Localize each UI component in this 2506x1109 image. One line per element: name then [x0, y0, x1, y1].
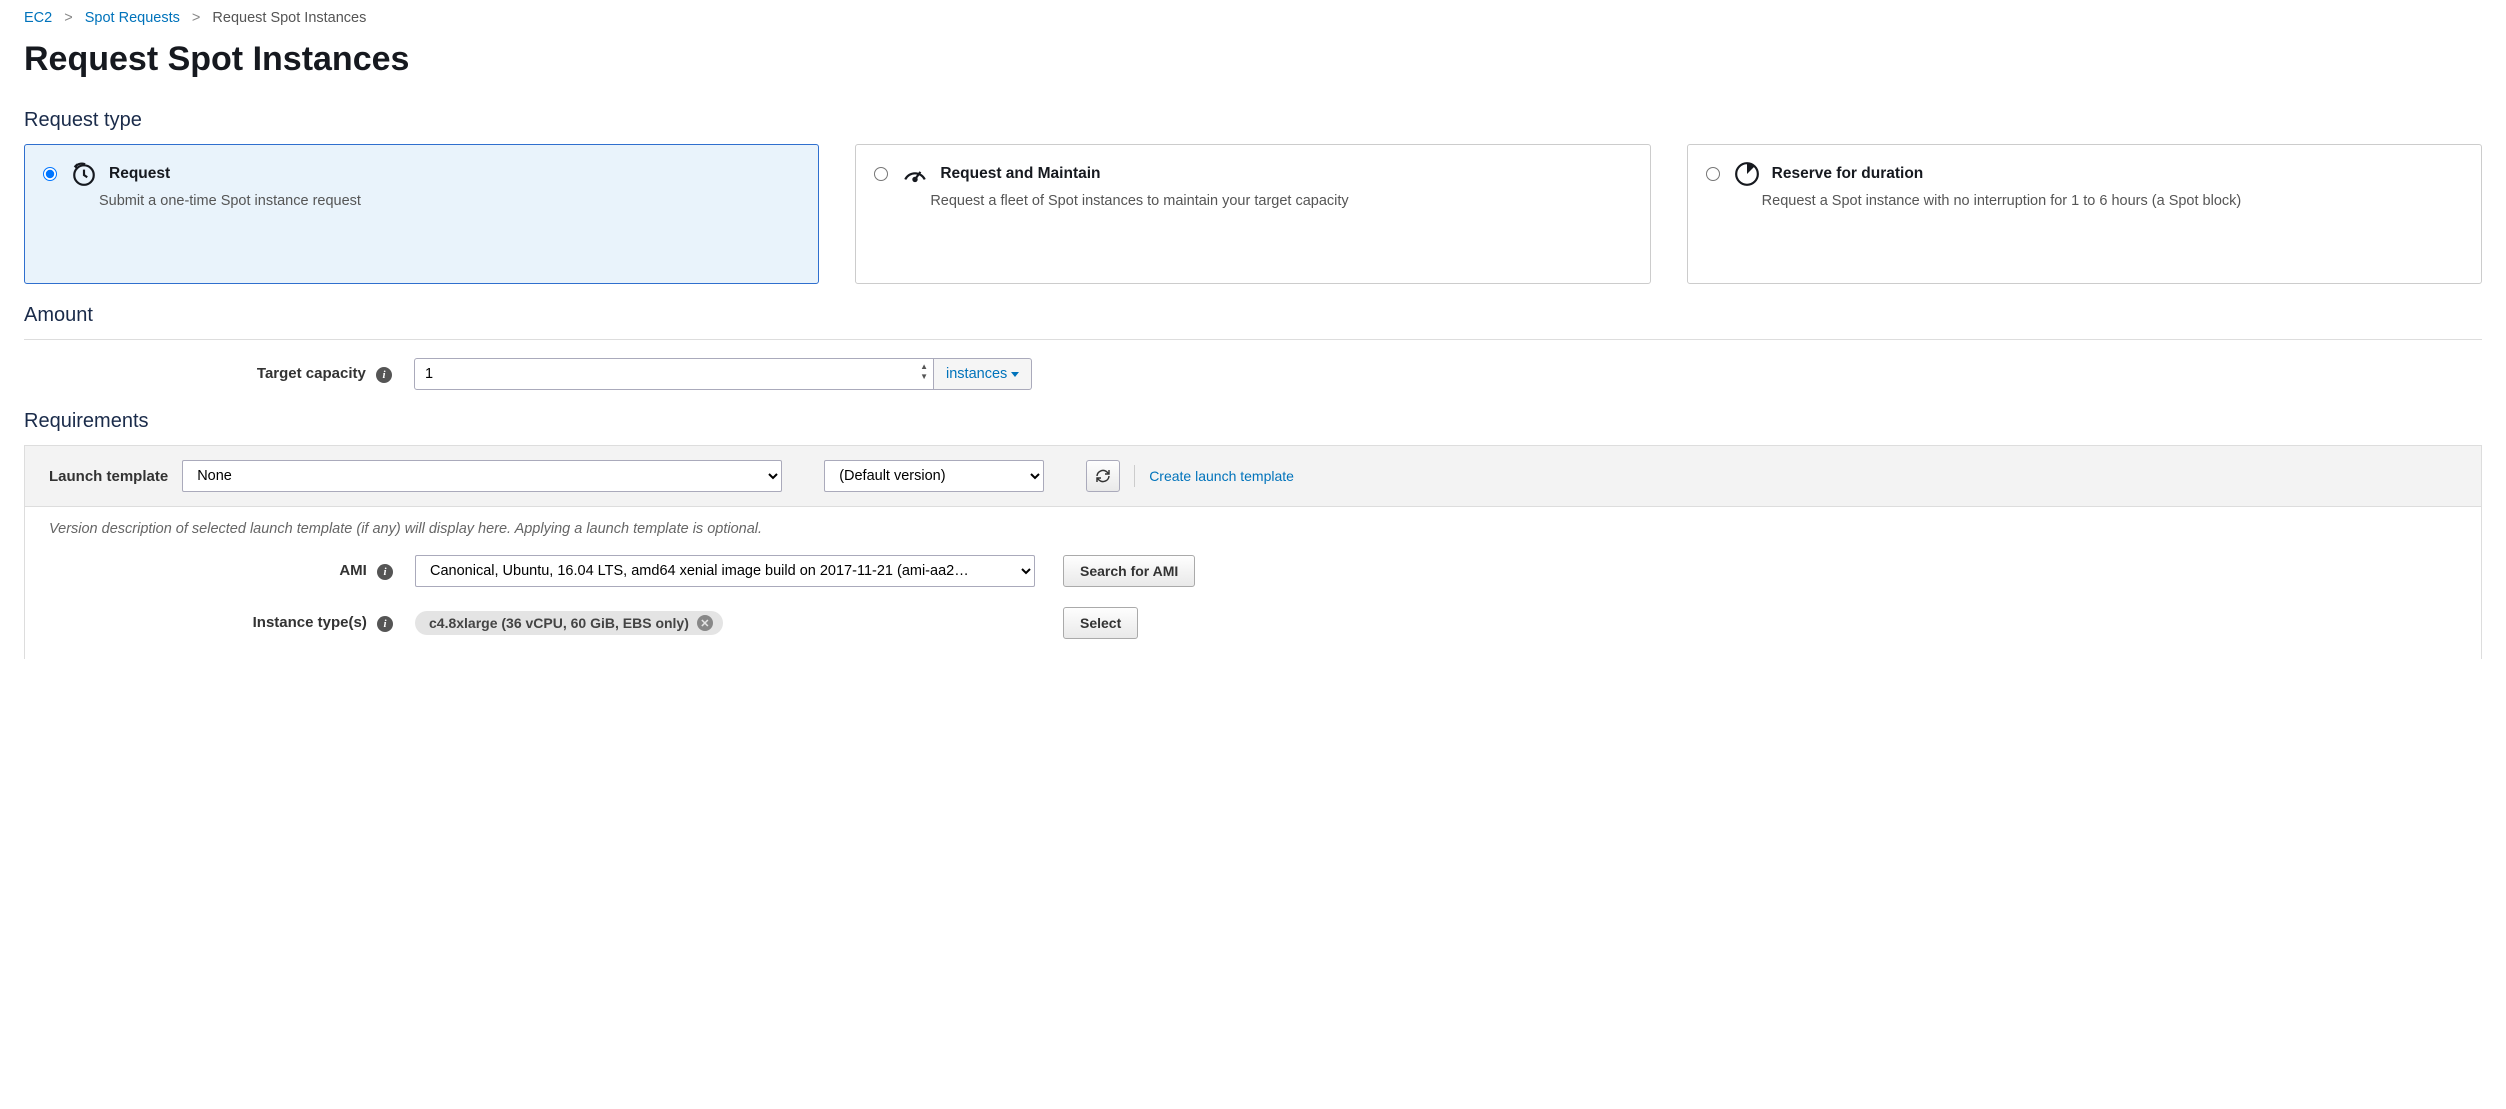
create-launch-template-link[interactable]: Create launch template: [1149, 468, 1294, 484]
card-desc: Submit a one-time Spot instance request: [99, 193, 800, 209]
breadcrumb-ec2[interactable]: EC2: [24, 10, 52, 26]
launch-template-version-select[interactable]: (Default version): [824, 460, 1044, 492]
chip-remove-button[interactable]: ✕: [697, 615, 713, 631]
card-title: Request: [109, 165, 170, 183]
requirements-panel: Launch template None (Default version) C…: [24, 445, 2482, 659]
label-target-capacity: Target capacity: [257, 365, 366, 382]
info-icon[interactable]: i: [377, 616, 393, 632]
page-title: Request Spot Instances: [24, 40, 2482, 79]
row-instance-types: Instance type(s) i c4.8xlarge (36 vCPU, …: [25, 599, 2481, 659]
card-title: Reserve for duration: [1772, 165, 1924, 183]
breadcrumb: EC2 > Spot Requests > Request Spot Insta…: [24, 0, 2482, 34]
label-instance-types: Instance type(s): [253, 614, 367, 631]
section-heading-amount: Amount: [24, 304, 2482, 327]
card-reserve-duration[interactable]: Reserve for duration Request a Spot inst…: [1687, 144, 2482, 284]
card-desc: Request a fleet of Spot instances to mai…: [930, 193, 1631, 209]
info-icon[interactable]: i: [377, 564, 393, 580]
card-request[interactable]: Request Submit a one-time Spot instance …: [24, 144, 819, 284]
launch-template-select[interactable]: None: [182, 460, 782, 492]
spinner-buttons[interactable]: ▲▼: [920, 362, 928, 382]
label-ami: AMI: [339, 562, 367, 579]
card-request-maintain[interactable]: Request and Maintain Request a fleet of …: [855, 144, 1650, 284]
breadcrumb-spot-requests[interactable]: Spot Requests: [85, 10, 180, 26]
label-launch-template: Launch template: [49, 468, 168, 485]
select-instance-type-button[interactable]: Select: [1063, 607, 1138, 639]
row-target-capacity: Target capacity i ▲▼ instances: [24, 358, 2482, 390]
instance-type-chip-label: c4.8xlarge (36 vCPU, 60 GiB, EBS only): [429, 615, 689, 631]
breadcrumb-current: Request Spot Instances: [212, 10, 366, 26]
instance-type-chip: c4.8xlarge (36 vCPU, 60 GiB, EBS only) ✕: [415, 611, 723, 635]
refresh-button[interactable]: [1086, 460, 1120, 492]
card-desc: Request a Spot instance with no interrup…: [1762, 193, 2463, 209]
radio-request[interactable]: [43, 167, 57, 181]
section-heading-request-type: Request type: [24, 109, 2482, 132]
gauge-icon: [902, 161, 928, 187]
request-type-cards: Request Submit a one-time Spot instance …: [24, 144, 2482, 284]
unit-dropdown[interactable]: instances: [934, 358, 1032, 390]
unit-label: instances: [946, 366, 1007, 382]
section-rule: [24, 339, 2482, 340]
row-ami: AMI i Canonical, Ubuntu, 16.04 LTS, amd6…: [25, 547, 2481, 599]
clock-refresh-icon: [71, 161, 97, 187]
requirements-panel-head: Launch template None (Default version) C…: [25, 446, 2481, 507]
breadcrumb-separator: >: [64, 10, 72, 26]
ami-select[interactable]: Canonical, Ubuntu, 16.04 LTS, amd64 xeni…: [415, 555, 1035, 587]
launch-template-desc: Version description of selected launch t…: [25, 507, 2481, 547]
radio-reserve-duration[interactable]: [1706, 167, 1720, 181]
caret-down-icon: [1011, 372, 1019, 377]
search-ami-button[interactable]: Search for AMI: [1063, 555, 1195, 587]
card-title: Request and Maintain: [940, 165, 1100, 183]
section-heading-requirements: Requirements: [24, 410, 2482, 433]
refresh-icon: [1095, 468, 1111, 484]
radio-request-maintain[interactable]: [874, 167, 888, 181]
pie-clock-icon: [1734, 161, 1760, 187]
target-capacity-input[interactable]: [414, 358, 934, 390]
divider: [1134, 465, 1135, 487]
breadcrumb-separator: >: [192, 10, 200, 26]
info-icon[interactable]: i: [376, 367, 392, 383]
